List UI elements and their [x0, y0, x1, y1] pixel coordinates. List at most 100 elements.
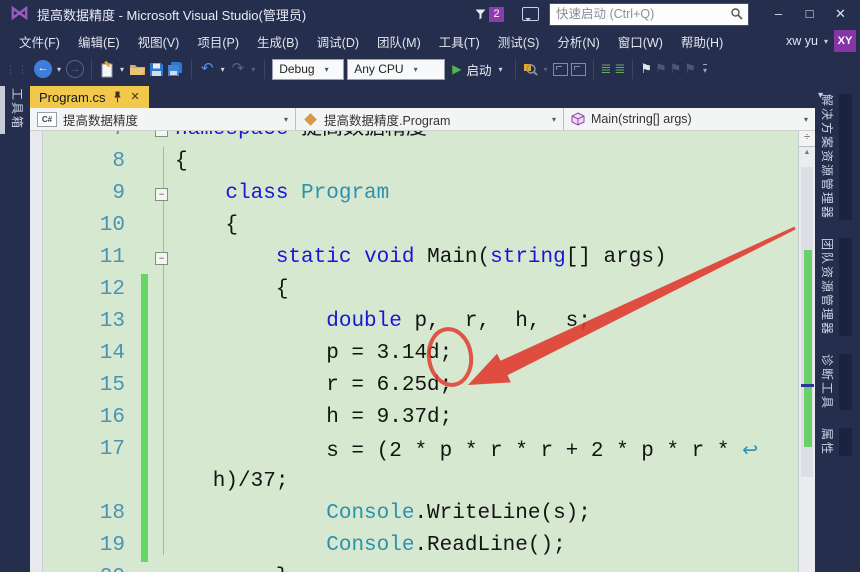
member-dropdown[interactable]: Main(string[] args) ▾: [564, 108, 815, 130]
document-tab-program-cs[interactable]: Program.cs ✕: [30, 86, 149, 108]
new-file-button[interactable]: [99, 60, 115, 78]
redo-button[interactable]: ↷: [230, 59, 247, 79]
side-tab[interactable]: 团队资源管理器: [819, 238, 860, 336]
toolbar-grip[interactable]: ⋮⋮: [5, 63, 29, 76]
navigate-backward-stack-icon[interactable]: [552, 62, 568, 76]
code-line[interactable]: 11 − static void Main(string[] args): [30, 242, 798, 274]
account-area[interactable]: xw yu ▾ XY: [786, 30, 856, 52]
splitter-handle[interactable]: ÷: [799, 131, 815, 147]
breakpoint-margin[interactable]: [30, 178, 43, 210]
breakpoint-margin[interactable]: [30, 434, 43, 466]
menu-item[interactable]: 工具(T): [430, 29, 489, 54]
code-line[interactable]: 8{: [30, 146, 798, 178]
feedback-icon[interactable]: [522, 7, 539, 21]
menu-item[interactable]: 分析(N): [548, 29, 608, 54]
code-line[interactable]: h)/37;: [30, 466, 798, 498]
code-line[interactable]: 12 {: [30, 274, 798, 306]
sidebar-tab-toolbox[interactable]: 工具箱: [9, 88, 26, 130]
code-line[interactable]: 15 r = 6.25d;: [30, 370, 798, 402]
breakpoint-margin[interactable]: [30, 210, 43, 242]
pin-icon[interactable]: [113, 91, 122, 103]
increase-indent-button[interactable]: ≣: [614, 61, 625, 77]
project-dropdown[interactable]: C# 提高数据精度 ▾: [30, 108, 296, 130]
open-file-button[interactable]: [129, 62, 146, 76]
code-line[interactable]: 7 − namespace 提高数据精度: [30, 131, 798, 146]
menu-item[interactable]: 帮助(H): [672, 29, 732, 54]
breakpoint-margin[interactable]: [30, 498, 43, 530]
code-line[interactable]: 14 p = 3.14d;: [30, 338, 798, 370]
menu-item[interactable]: 测试(S): [489, 29, 549, 54]
vertical-scrollbar[interactable]: ÷ ▲: [798, 131, 815, 572]
scroll-up-arrow[interactable]: ▲: [799, 147, 815, 160]
breakpoint-margin[interactable]: [30, 530, 43, 562]
breakpoint-margin[interactable]: [30, 562, 43, 572]
tab-list-chevron-icon[interactable]: ▾: [818, 90, 823, 101]
collapse-box-icon[interactable]: −: [155, 188, 168, 201]
menu-item[interactable]: 视图(V): [129, 29, 189, 54]
code-line[interactable]: 20 }: [30, 562, 798, 572]
breakpoint-margin[interactable]: [30, 274, 43, 306]
code-line[interactable]: 10 {: [30, 210, 798, 242]
new-file-caret-icon[interactable]: ▾: [120, 65, 124, 74]
next-bookmark-button[interactable]: ⚑: [670, 61, 682, 77]
find-caret-icon[interactable]: ▾: [543, 65, 547, 74]
previous-bookmark-button[interactable]: ⚑: [655, 61, 667, 77]
fold-margin: [150, 146, 175, 178]
close-tab-icon[interactable]: ✕: [130, 86, 139, 108]
code-line[interactable]: 18 Console.WriteLine(s);: [30, 498, 798, 530]
side-tab[interactable]: 解决方案资源管理器: [819, 94, 860, 220]
side-tab[interactable]: 诊断工具: [819, 354, 860, 410]
code-line[interactable]: 13 double p, r, h, s;: [30, 306, 798, 338]
code-line[interactable]: 16 h = 9.37d;: [30, 402, 798, 434]
code-editor[interactable]: 7−namespace 提高数据精度8{9− class Program10 {…: [30, 131, 798, 572]
maximize-button[interactable]: □: [794, 2, 825, 26]
code-line[interactable]: 9 − class Program: [30, 178, 798, 210]
menu-item[interactable]: 调试(D): [308, 29, 368, 54]
solution-platform-dropdown[interactable]: Any CPU ▾: [347, 58, 446, 80]
decrease-indent-button[interactable]: ≣: [601, 61, 612, 77]
breakpoint-margin[interactable]: [30, 242, 43, 274]
menu-item[interactable]: 项目(P): [188, 29, 248, 54]
account-avatar[interactable]: XY: [834, 30, 856, 52]
menu-item[interactable]: 窗口(W): [609, 29, 672, 54]
save-button[interactable]: [149, 62, 164, 77]
quick-launch-search[interactable]: [549, 2, 749, 26]
toggle-bookmark-button[interactable]: ⚑: [640, 61, 652, 77]
breakpoint-margin[interactable]: [30, 306, 43, 338]
close-button[interactable]: ✕: [825, 2, 856, 26]
navigate-back-caret-icon[interactable]: ▾: [57, 65, 61, 74]
code-line[interactable]: 19 Console.ReadLine();: [30, 530, 798, 562]
breakpoint-margin[interactable]: [30, 146, 43, 178]
breakpoint-margin[interactable]: [30, 370, 43, 402]
redo-caret-icon[interactable]: ▾: [251, 65, 255, 74]
start-debugging-button[interactable]: ▶ 启动 ▾: [448, 60, 508, 79]
notifications-funnel-icon[interactable]: [475, 9, 486, 20]
navigate-forward-button[interactable]: →: [66, 60, 85, 78]
code-line[interactable]: 17 s = (2 * p * r * r + 2 * p * r * ↩: [30, 434, 798, 466]
save-all-button[interactable]: [167, 61, 184, 77]
toolbar-overflow-button[interactable]: ▾: [702, 63, 707, 75]
breakpoint-margin[interactable]: [30, 131, 43, 146]
type-dropdown[interactable]: 提高数据精度.Program ▾: [296, 108, 564, 130]
breakpoint-margin[interactable]: [30, 466, 43, 498]
collapse-box-icon[interactable]: −: [155, 252, 168, 265]
account-name[interactable]: xw yu: [786, 34, 818, 48]
breakpoint-margin[interactable]: [30, 338, 43, 370]
minimize-button[interactable]: –: [763, 2, 794, 26]
menu-item[interactable]: 生成(B): [248, 29, 308, 54]
navigate-forward-stack-icon[interactable]: [570, 62, 586, 76]
menu-item[interactable]: 编辑(E): [69, 29, 129, 54]
clear-bookmarks-button[interactable]: ⚑: [684, 61, 696, 77]
quick-launch-input[interactable]: [550, 7, 730, 21]
collapse-box-icon[interactable]: −: [155, 131, 168, 137]
side-tab[interactable]: 属性: [819, 428, 860, 456]
undo-button[interactable]: ↶: [199, 59, 216, 79]
breakpoint-margin[interactable]: [30, 402, 43, 434]
find-in-files-button[interactable]: [523, 62, 539, 77]
navigate-back-button[interactable]: ←: [34, 60, 52, 78]
menu-item[interactable]: 团队(M): [368, 29, 430, 54]
undo-caret-icon[interactable]: ▾: [221, 65, 225, 74]
menu-item[interactable]: 文件(F): [10, 29, 69, 54]
solution-configuration-dropdown[interactable]: Debug ▾: [272, 58, 345, 80]
notification-count-badge[interactable]: 2: [489, 6, 504, 22]
